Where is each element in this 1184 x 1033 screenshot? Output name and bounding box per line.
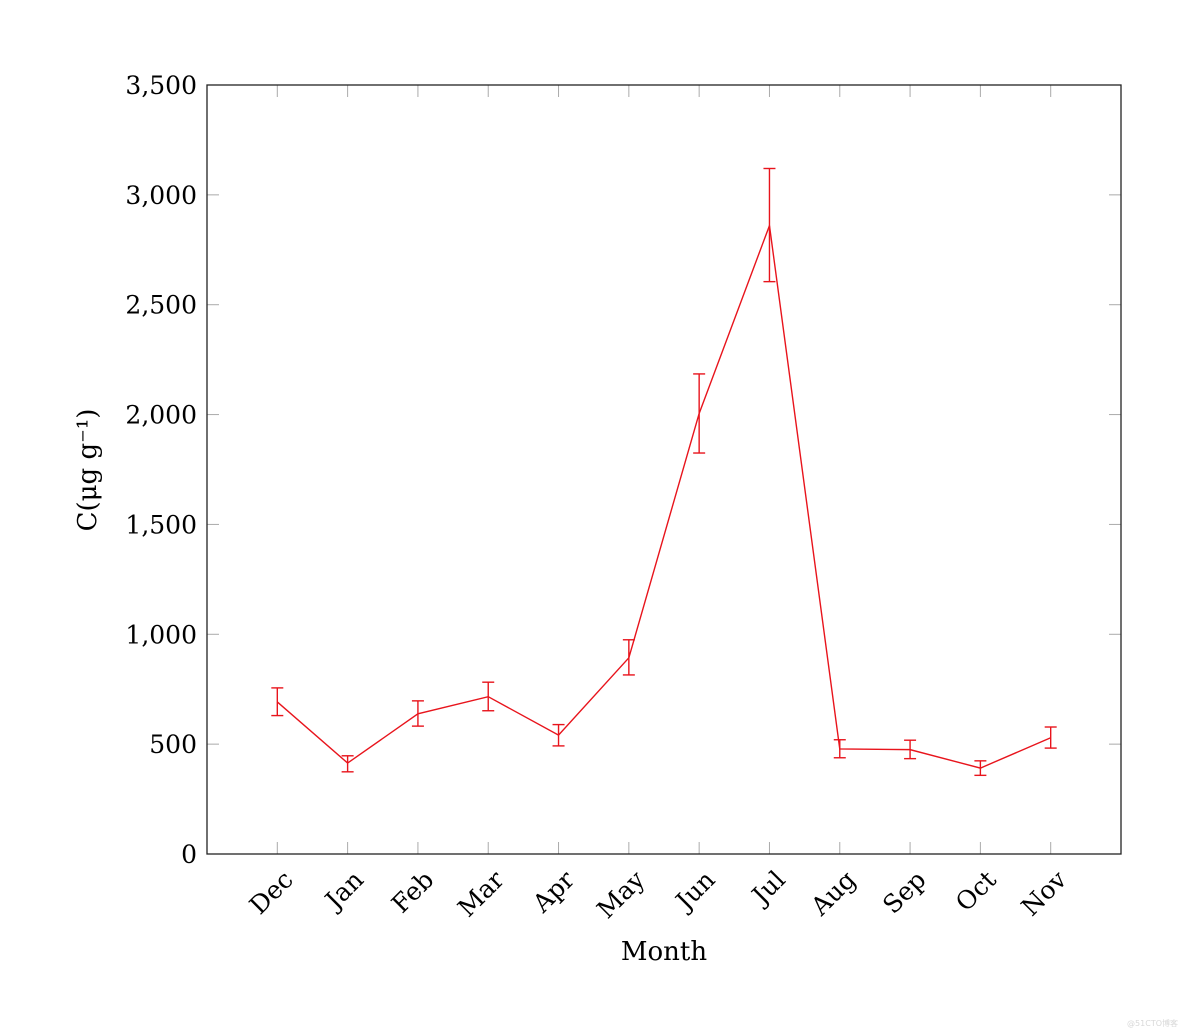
error-bar — [693, 373, 706, 454]
error-bar — [763, 167, 776, 283]
plot-frame — [206, 84, 1122, 855]
series-line — [276, 225, 1051, 769]
error-bar — [341, 755, 354, 773]
x-tick-label: Jun — [668, 865, 720, 917]
x-tick-label: Feb — [386, 865, 440, 919]
y-tick-label: 1,000 — [125, 620, 197, 649]
x-tick-label: Jul — [744, 865, 791, 912]
x-tick-label: Mar — [452, 865, 510, 923]
x-tick-label: May — [591, 864, 651, 924]
y-tick-label: 2,500 — [125, 291, 197, 320]
x-tick-label: Jan — [317, 865, 369, 917]
error-bar — [271, 687, 284, 717]
x-axis-title: Month — [621, 937, 707, 967]
watermark: @51CTO博客 — [1127, 1019, 1178, 1028]
error-bar — [1044, 726, 1057, 749]
y-tick-label: 3,500 — [125, 71, 197, 100]
x-tick-label: Oct — [950, 865, 1002, 917]
x-tick-label: Apr — [526, 865, 580, 919]
y-tick-label: 3,000 — [125, 181, 197, 210]
y-tick-label: 1,500 — [125, 510, 197, 539]
data-series — [271, 167, 1057, 777]
x-tick-label: Aug — [805, 865, 862, 922]
x-tick-label: Nov — [1016, 864, 1073, 921]
y-tick-label: 2,000 — [125, 401, 197, 430]
error-bar — [482, 681, 495, 712]
tick-labels: 0 500 1,000 1,500 2,000 2,500 3,000 3,500 Dec Jan… — [125, 71, 1072, 924]
y-tick-label: 0 — [181, 840, 197, 869]
axis-ticks — [207, 84, 1121, 855]
y-axis-title: C(μg g⁻¹) — [73, 409, 103, 532]
line-chart: 0 500 1,000 1,500 2,000 2,500 3,000 3,500 Dec Jan… — [73, 71, 1122, 967]
x-tick-label: Dec — [244, 865, 299, 920]
y-tick-label: 500 — [149, 730, 197, 759]
x-tick-label: Sep — [877, 865, 931, 919]
error-bar — [974, 760, 987, 777]
error-bar — [552, 723, 565, 747]
